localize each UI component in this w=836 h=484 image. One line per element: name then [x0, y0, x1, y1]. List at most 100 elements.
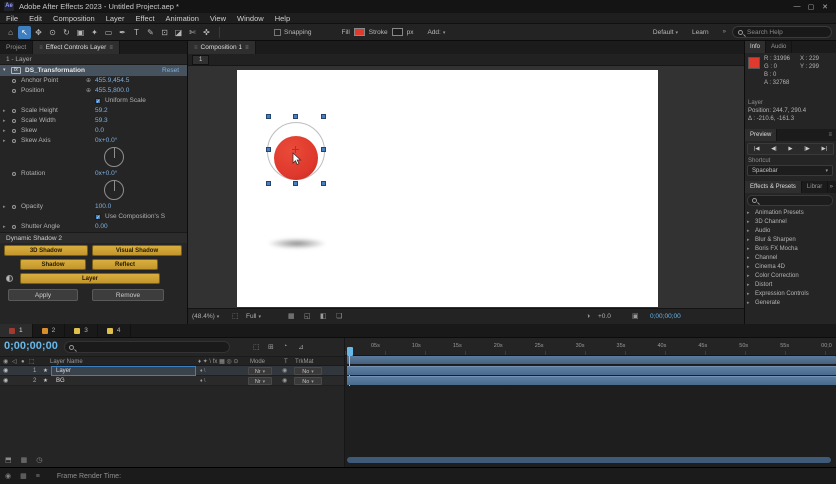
time-toggle-icon[interactable]: ◷	[36, 456, 42, 464]
property-value[interactable]: 59.2	[95, 106, 108, 116]
property-value[interactable]: 0x+0.0°	[95, 136, 117, 146]
chevron-right-icon[interactable]	[747, 263, 750, 272]
chevron-right-icon[interactable]	[747, 218, 750, 227]
close-button[interactable]: ✕	[818, 3, 832, 11]
blend-mode-selector[interactable]: Nr	[248, 367, 272, 375]
menu-item[interactable]: Window	[237, 14, 264, 23]
shy-layers-icon[interactable]: ⬚	[253, 343, 260, 351]
tab-project[interactable]: Project	[0, 41, 34, 54]
exposure-value[interactable]: +0.0	[598, 309, 611, 325]
fill-color-swatch[interactable]	[353, 28, 365, 36]
effects-category-item[interactable]: Expression Controls	[745, 290, 836, 299]
effects-category-item[interactable]: 3D Channel	[745, 218, 836, 227]
stopwatch-icon[interactable]	[12, 129, 16, 133]
layer-duration-bar[interactable]	[347, 376, 836, 385]
layer-name[interactable]: BG	[52, 377, 195, 385]
track-matte-selector[interactable]: No	[294, 377, 322, 385]
time-ruler[interactable]: 05s 10s 15s 20s 25s 30s 35s 40s 45s 50s 55s 00;0	[345, 338, 836, 356]
resolution-selector[interactable]: Full	[246, 309, 261, 325]
orbit-camera-tool-icon[interactable]: ↻	[60, 26, 73, 39]
eraser-tool-icon[interactable]: ◪	[172, 26, 185, 39]
stopwatch-icon[interactable]	[12, 79, 16, 83]
layer-switches[interactable]: ♦ \	[200, 366, 205, 376]
chevron-right-icon[interactable]	[747, 254, 750, 263]
layer-row-selected[interactable]: ◉ 1 ★ Layer ♦ \ Nr ◉ No	[0, 366, 344, 376]
prev-frame-button[interactable]: ◀|	[771, 146, 777, 152]
preserve-transparency-icon[interactable]: ◉	[282, 366, 287, 376]
snapping-checkbox[interactable]	[274, 28, 281, 36]
viewer-mini-tab[interactable]: 1	[192, 54, 210, 65]
menu-item[interactable]: Layer	[106, 14, 125, 23]
status-icon-menu[interactable]: ≡	[36, 473, 40, 480]
menu-item[interactable]: Help	[275, 14, 290, 23]
chevron-right-icon[interactable]	[747, 209, 750, 218]
property-value[interactable]: 455.5,800.0	[95, 86, 129, 96]
workspace-selector[interactable]: Default	[653, 29, 678, 36]
roto-brush-tool-icon[interactable]: ✄	[186, 26, 199, 39]
property-value[interactable]: 0x+0.0°	[95, 169, 117, 179]
selection-handle-mid-right[interactable]	[321, 147, 326, 152]
timeline-tab[interactable]: 3	[65, 324, 98, 337]
timeline-tab[interactable]: 2	[33, 324, 66, 337]
menu-item[interactable]: Composition	[53, 14, 95, 23]
horizontal-scrollbar[interactable]	[347, 457, 831, 463]
clone-stamp-tool-icon[interactable]: ⊡	[158, 26, 171, 39]
safe-zones-icon[interactable]: ⬚	[232, 309, 239, 325]
snapshot-camera-icon[interactable]: ▣	[632, 309, 639, 325]
fx-badge-icon[interactable]	[11, 67, 21, 74]
selection-handle-top-right[interactable]	[321, 114, 326, 119]
uniform-scale-checkbox[interactable]	[95, 98, 101, 104]
layer-row[interactable]: ◉ 2 ★ BG ♦ \ Nr ◉ No	[0, 376, 344, 386]
effects-category-item[interactable]: Distort	[745, 281, 836, 290]
property-value[interactable]: 0.0	[95, 126, 104, 136]
add-label[interactable]: Add:	[427, 29, 445, 36]
first-frame-button[interactable]: |◀	[754, 146, 760, 152]
crosshair-icon[interactable]	[86, 86, 91, 96]
frame-blend-icon[interactable]: ⊞	[268, 343, 274, 351]
chevron-right-icon[interactable]	[747, 272, 750, 281]
menu-item[interactable]: View	[210, 14, 226, 23]
last-frame-button[interactable]: ▶|	[821, 146, 827, 152]
effects-category-item[interactable]: Channel	[745, 254, 836, 263]
effect-expand-icon[interactable]	[3, 65, 6, 76]
grid-icon[interactable]: ▦	[288, 309, 295, 325]
timeline-track-area[interactable]: 05s 10s 15s 20s 25s 30s 35s 40s 45s 50s 55s 00;0	[345, 338, 836, 467]
3d-shadow-button[interactable]: 3D Shadow	[4, 245, 88, 256]
puppet-pin-tool-icon[interactable]: ✜	[200, 26, 213, 39]
property-value[interactable]: 100.0	[95, 202, 111, 212]
selection-handle-bottom-right[interactable]	[321, 181, 326, 186]
chevron-right-icon[interactable]	[747, 281, 750, 290]
dynamic-shadow-section-header[interactable]: Dynamic Shadow 2	[0, 232, 187, 243]
effect-header-row[interactable]: DS_Transformation Reset	[0, 65, 187, 76]
chevron-right-icon[interactable]	[747, 299, 750, 308]
composition-viewer[interactable]	[188, 66, 744, 308]
selection-handle-bottom-center[interactable]	[293, 181, 298, 186]
tab-info[interactable]: Info	[745, 41, 767, 53]
effects-category-item[interactable]: Blur & Sharpen	[745, 236, 836, 245]
chevron-right-icon[interactable]	[747, 236, 750, 245]
rotation-dial[interactable]	[104, 180, 124, 200]
magnification-selector[interactable]: (48.4%)	[192, 309, 219, 325]
tab-effect-controls[interactable]: Effect Controls Layer	[33, 41, 120, 54]
selection-handle-mid-left[interactable]	[266, 147, 271, 152]
skew-axis-dial[interactable]	[104, 147, 124, 167]
shortcut-selector[interactable]: Spacebar	[747, 165, 833, 176]
search-help-input[interactable]: Search Help	[747, 29, 783, 36]
selection-handle-top-center[interactable]	[293, 114, 298, 119]
stroke-color-swatch[interactable]	[391, 28, 403, 36]
home-icon[interactable]: ⌂	[4, 26, 17, 39]
effects-category-item[interactable]: Animation Presets	[745, 209, 836, 218]
tab-effects-presets[interactable]: Effects & Presets	[745, 181, 802, 193]
timeline-search-box[interactable]	[64, 341, 230, 353]
effects-category-item[interactable]: Audio	[745, 227, 836, 236]
timeline-tab[interactable]: 4	[98, 324, 131, 337]
layer-duration-bar[interactable]	[347, 366, 836, 375]
menu-item[interactable]: Effect	[135, 14, 154, 23]
hand-tool-icon[interactable]: ✥	[32, 26, 45, 39]
reflect-button[interactable]: Reflect	[92, 259, 158, 270]
graph-editor-icon[interactable]: ⊿	[298, 343, 304, 351]
stroke-width-unit[interactable]: px	[407, 29, 414, 36]
effects-category-item[interactable]: Cinema 4D	[745, 263, 836, 272]
effects-category-item[interactable]: Color Correction	[745, 272, 836, 281]
panel-menu-icon[interactable]	[245, 44, 249, 51]
